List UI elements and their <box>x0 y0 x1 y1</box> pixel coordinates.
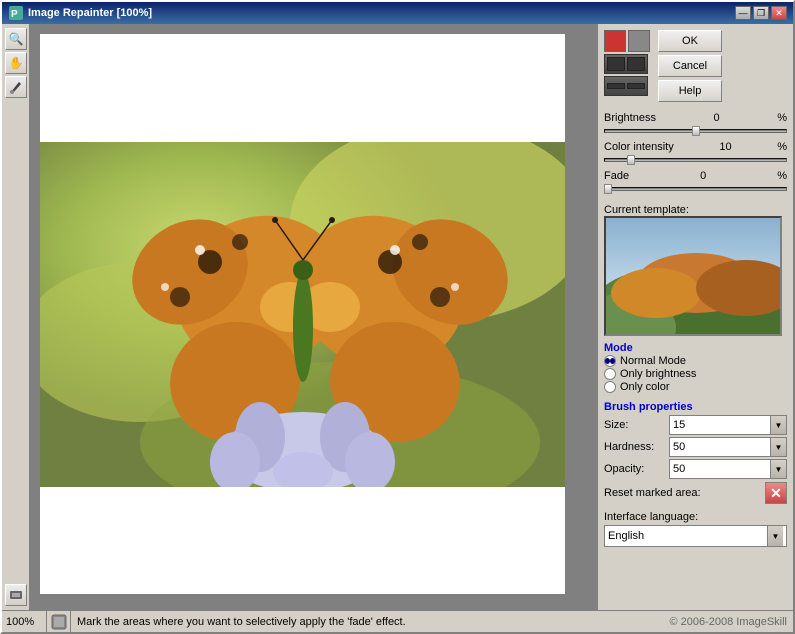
mode-title: Mode <box>604 342 787 354</box>
language-dropdown-arrow[interactable]: ▼ <box>767 526 783 546</box>
fade-label: Fade <box>604 170 629 182</box>
action-buttons: OK Cancel Help <box>658 30 722 102</box>
restore-button[interactable]: ❐ <box>753 6 769 20</box>
hardness-dropdown-arrow[interactable]: ▼ <box>770 438 786 456</box>
normal-mode-label: Normal Mode <box>620 355 686 367</box>
only-brightness-label: Only brightness <box>620 368 696 380</box>
left-toolbar: 🔍 ✋ <box>2 24 30 610</box>
reset-label: Reset marked area: <box>604 487 765 499</box>
help-button[interactable]: Help <box>658 80 722 102</box>
layout-btn-1[interactable] <box>604 54 648 74</box>
window-title: Image Repainter [100%] <box>28 7 152 19</box>
title-bar-left: P Image Repainter [100%] <box>8 5 152 21</box>
status-credit-text: © 2006-2008 ImageSkill <box>669 616 787 628</box>
template-preview <box>604 216 782 336</box>
main-image <box>40 142 565 487</box>
color-intensity-label: Color intensity <box>604 141 674 153</box>
butterfly-scene <box>40 142 565 487</box>
normal-mode-radio[interactable] <box>604 355 616 367</box>
opacity-select[interactable]: 50 ▼ <box>669 459 787 479</box>
layout-btn-2[interactable] <box>604 76 648 96</box>
normal-mode-row[interactable]: Normal Mode <box>604 355 787 367</box>
color-intensity-row: Color intensity 10 % <box>604 141 787 166</box>
status-icon-area <box>47 611 71 632</box>
template-section: Current template: <box>604 200 787 336</box>
brightness-pct: % <box>777 112 787 124</box>
brightness-label: Brightness <box>604 112 656 124</box>
status-credit: © 2006-2008 ImageSkill <box>663 616 793 628</box>
fade-pct: % <box>777 170 787 182</box>
svg-text:P: P <box>11 9 18 20</box>
app-icon: P <box>8 5 24 21</box>
color-swatch-gray[interactable] <box>628 30 650 52</box>
brightness-row: Brightness 0 % <box>604 112 787 137</box>
only-brightness-radio[interactable] <box>604 368 616 380</box>
reset-row: Reset marked area: ✕ <box>604 482 787 504</box>
title-bar: P Image Repainter [100%] — ❐ ✕ <box>2 2 793 24</box>
minimize-button[interactable]: — <box>735 6 751 20</box>
opacity-dropdown-arrow[interactable]: ▼ <box>770 460 786 478</box>
hardness-row: Hardness: 50 ▼ <box>604 437 787 457</box>
only-color-label: Only color <box>620 381 670 393</box>
size-row: Size: 15 ▼ <box>604 415 787 435</box>
fade-row: Fade 0 % <box>604 170 787 195</box>
only-brightness-row[interactable]: Only brightness <box>604 368 787 380</box>
opacity-label: Opacity: <box>604 463 669 475</box>
zoom-level: 100% <box>6 616 34 628</box>
top-section: OK Cancel Help <box>604 30 787 102</box>
cancel-button[interactable]: Cancel <box>658 55 722 77</box>
app-body: 🔍 ✋ <box>2 24 793 610</box>
brightness-value: 0 <box>714 112 720 124</box>
canvas-area[interactable] <box>30 24 597 610</box>
brush-section: Brush properties Size: 15 ▼ Hardness: 50… <box>604 397 787 504</box>
layout-buttons <box>604 54 650 96</box>
reset-button[interactable]: ✕ <box>765 482 787 504</box>
status-brush-icon <box>50 613 68 631</box>
hardness-value: 50 <box>673 441 770 453</box>
hardness-label: Hardness: <box>604 441 669 453</box>
status-zoom: 100% <box>2 611 47 632</box>
fade-value: 0 <box>700 170 706 182</box>
color-intensity-pct: % <box>777 141 787 153</box>
only-color-row[interactable]: Only color <box>604 381 787 393</box>
pan-tool[interactable]: ✋ <box>5 52 27 74</box>
color-swatch-red[interactable] <box>604 30 626 52</box>
ok-button[interactable]: OK <box>658 30 722 52</box>
color-intensity-value: 10 <box>719 141 731 153</box>
status-bar: 100% Mark the areas where you want to se… <box>2 610 793 632</box>
hardness-select[interactable]: 50 ▼ <box>669 437 787 457</box>
settings-tool[interactable] <box>5 584 26 606</box>
status-message-text: Mark the areas where you want to selecti… <box>77 616 406 628</box>
title-controls: — ❐ ✕ <box>735 6 787 20</box>
brightness-slider[interactable] <box>604 125 787 137</box>
language-label: Interface language: <box>604 511 787 523</box>
status-message: Mark the areas where you want to selecti… <box>71 616 663 628</box>
opacity-row: Opacity: 50 ▼ <box>604 459 787 479</box>
canvas-inner <box>40 34 565 594</box>
app-window: P Image Repainter [100%] — ❐ ✕ 🔍 ✋ <box>0 0 795 634</box>
size-select[interactable]: 15 ▼ <box>669 415 787 435</box>
zoom-tool[interactable]: 🔍 <box>5 28 27 50</box>
only-color-radio[interactable] <box>604 381 616 393</box>
right-panel: OK Cancel Help Brightness 0 % <box>597 24 793 610</box>
fade-slider[interactable] <box>604 183 787 195</box>
template-label: Current template: <box>604 204 787 216</box>
language-select[interactable]: English ▼ <box>604 525 787 547</box>
size-label: Size: <box>604 419 669 431</box>
color-layout-buttons <box>604 30 650 96</box>
sliders-section: Brightness 0 % Color intensity 10 % <box>604 112 787 196</box>
language-section: Interface language: English ▼ <box>604 511 787 547</box>
color-buttons-top <box>604 30 650 52</box>
color-intensity-slider[interactable] <box>604 154 787 166</box>
brush-title: Brush properties <box>604 401 787 413</box>
size-value: 15 <box>673 419 770 431</box>
template-image <box>606 218 782 336</box>
brush-tool[interactable] <box>5 76 27 98</box>
opacity-value: 50 <box>673 463 770 475</box>
language-value: English <box>608 530 767 542</box>
size-dropdown-arrow[interactable]: ▼ <box>770 416 786 434</box>
close-button[interactable]: ✕ <box>771 6 787 20</box>
mode-section: Mode Normal Mode Only brightness Only co… <box>604 342 787 393</box>
